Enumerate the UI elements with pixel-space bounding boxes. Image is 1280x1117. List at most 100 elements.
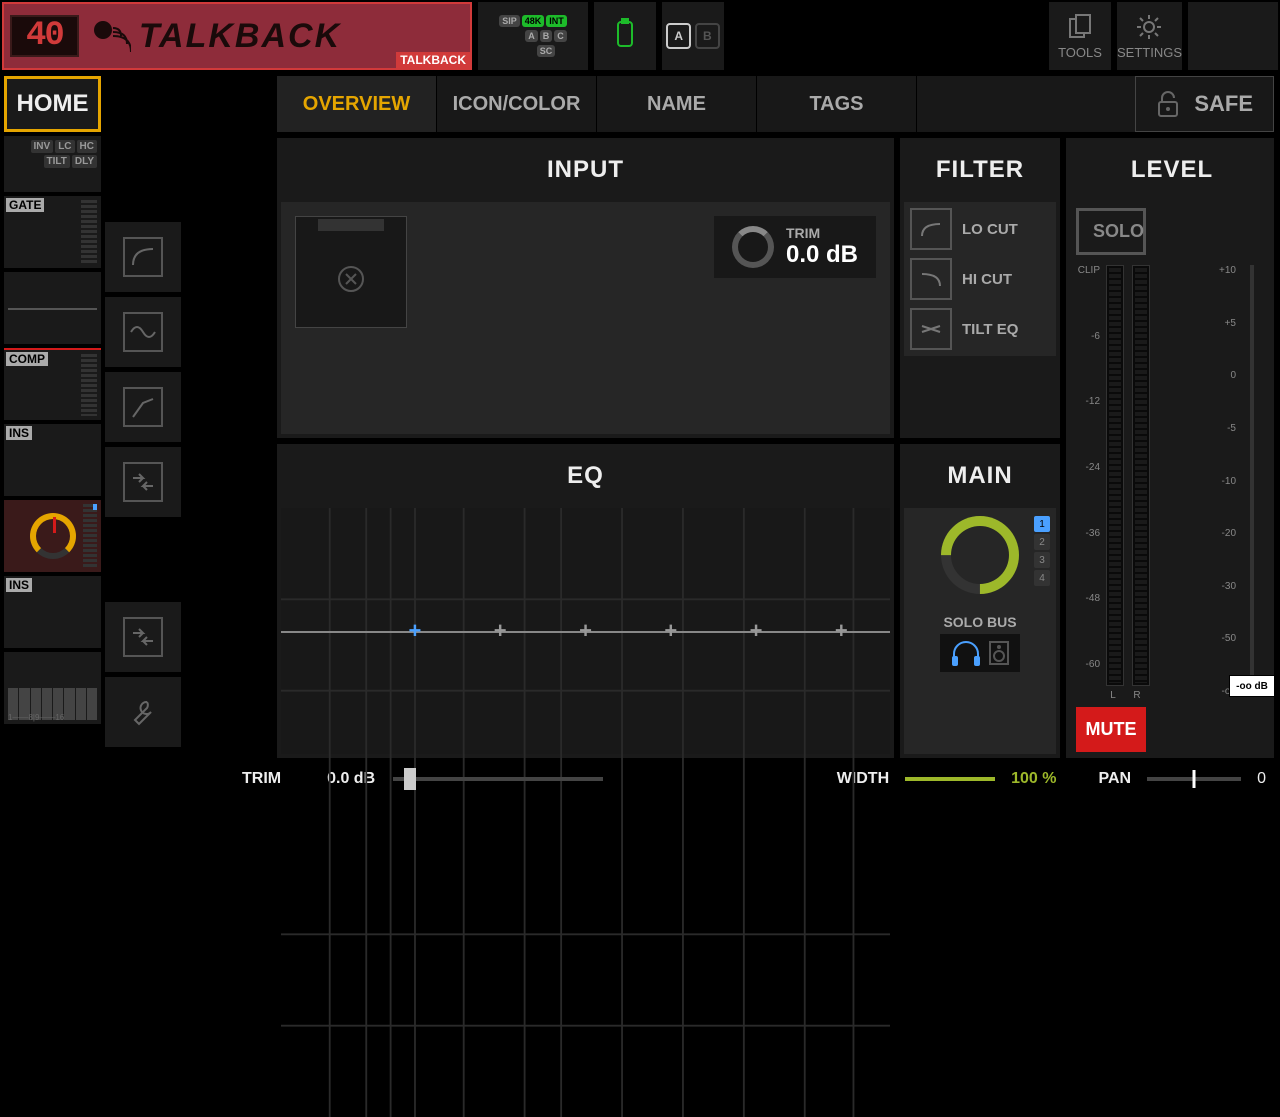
input-panel: INPUT TRIM0.0 dB [277, 138, 894, 438]
tilt-icon [918, 316, 944, 342]
ins1-block[interactable]: INS [4, 424, 101, 496]
close-icon [336, 264, 366, 294]
settings-button[interactable]: SETTINGS [1117, 2, 1182, 70]
eq-band-2[interactable]: + [494, 618, 507, 644]
lc-tag: LC [55, 140, 74, 153]
meter-scale: CLIP-6-12-24-36-48-60 [1076, 261, 1100, 690]
tilt-tag: TILT [44, 155, 70, 168]
channel-badge[interactable]: 40 TALKBACK TALKBACK [2, 2, 472, 70]
footer-pan-label: PAN [1099, 770, 1132, 788]
trim-slider[interactable] [393, 777, 603, 781]
channel-name: TALKBACK [139, 17, 341, 56]
footer-pan-value: 0 [1257, 770, 1266, 788]
locut-icon [918, 216, 944, 242]
bus-3[interactable]: 3 [1034, 552, 1050, 568]
group-c-pill: C [554, 30, 567, 42]
gate-block[interactable]: GATE [4, 196, 101, 268]
fader[interactable]: -oo dB [1250, 265, 1254, 697]
meter-r [1132, 265, 1150, 686]
eq-block[interactable] [4, 272, 101, 344]
insert-icon [129, 468, 157, 496]
iconcol-ins1[interactable] [105, 447, 181, 517]
insert-icon [129, 623, 157, 651]
eq-panel: EQ + + + + + + [277, 444, 894, 758]
main-level-knob[interactable] [941, 516, 1019, 594]
input-heading: INPUT [277, 138, 894, 202]
headphones-icon[interactable] [950, 640, 982, 666]
bus-4[interactable]: 4 [1034, 570, 1050, 586]
eq-graph[interactable]: + + + + + + [281, 508, 890, 754]
speaker-icon[interactable] [988, 640, 1010, 666]
main-heading: MAIN [900, 444, 1060, 508]
hicut-button[interactable]: HI CUT [910, 258, 1050, 300]
rate-pill: 48K [522, 15, 545, 27]
gear-icon [1135, 13, 1163, 41]
ab-b: B [695, 23, 720, 49]
eq-wave-icon [129, 318, 157, 346]
tools-button[interactable]: TOOLS [1049, 2, 1111, 70]
ins2-block[interactable]: INS [4, 576, 101, 648]
solo-button[interactable]: SOLO [1076, 208, 1146, 255]
eq-band-6[interactable]: + [835, 618, 848, 644]
tab-name[interactable]: NAME [597, 76, 757, 132]
bus-2[interactable]: 2 [1034, 534, 1050, 550]
tab-overview[interactable]: OVERVIEW [277, 76, 437, 132]
ab-button[interactable]: A B [662, 2, 724, 70]
sc-pill: SC [537, 45, 556, 57]
sip-pill: SIP [499, 15, 520, 27]
iconcol-ins2[interactable] [105, 602, 181, 672]
home-button[interactable]: HOME [4, 76, 101, 132]
iconcol-eq[interactable] [105, 297, 181, 367]
group-b-pill: B [540, 30, 553, 42]
hicut-icon [918, 266, 944, 292]
bus-1[interactable]: 1 [1034, 516, 1050, 532]
blank-top-button[interactable] [1188, 2, 1278, 70]
bus-sends-block[interactable]: 1——8|9——16 [4, 652, 101, 724]
level-heading: LEVEL [1070, 138, 1274, 202]
sidebar-config-block[interactable]: INV LC HC TILT DLY [4, 136, 101, 192]
iconcol-wrench[interactable] [105, 677, 181, 747]
usb-icon [612, 18, 638, 50]
tab-iconcolor[interactable]: ICON/COLOR [437, 76, 597, 132]
eq-band-1[interactable]: + [409, 618, 422, 644]
locut-button[interactable]: LO CUT [910, 208, 1050, 250]
tab-tags[interactable]: TAGS [757, 76, 917, 132]
channel-type-badge: TALKBACK [396, 52, 470, 68]
input-source-slot[interactable] [295, 216, 407, 328]
output-knob-block[interactable] [4, 500, 101, 572]
dly-tag: DLY [72, 155, 97, 168]
documents-icon [1066, 13, 1094, 41]
footer-width-value: 100 % [1011, 770, 1056, 788]
eq-band-3[interactable]: + [579, 618, 592, 644]
iconcol-gate[interactable] [105, 222, 181, 292]
wrench-icon [129, 698, 157, 726]
iconcol-comp[interactable] [105, 372, 181, 442]
eq-heading: EQ [277, 444, 894, 508]
eq-band-5[interactable]: + [750, 618, 763, 644]
usb-button[interactable] [594, 2, 656, 70]
hc-tag: HC [77, 140, 97, 153]
inv-tag: INV [31, 140, 54, 153]
channel-number: 40 [10, 15, 79, 57]
eq-band-4[interactable]: + [664, 618, 677, 644]
comp-block[interactable]: COMP [4, 348, 101, 420]
comp-curve-icon [129, 393, 157, 421]
gate-curve-icon [129, 243, 157, 271]
trim-knob[interactable] [732, 226, 774, 268]
pan-slider[interactable] [1147, 777, 1241, 781]
fader-thumb[interactable]: -oo dB [1229, 675, 1275, 697]
sip-sync-panel[interactable]: SIP 48K INT A B C SC [478, 2, 588, 70]
main-panel: MAIN 1 2 3 4 SOLO BUS [900, 444, 1060, 758]
footer-trim-label: TRIM [242, 770, 281, 788]
solo-bus-label: SOLO BUS [943, 614, 1016, 630]
sync-pill: INT [546, 15, 567, 27]
ab-a: A [666, 23, 691, 49]
fader-scale: +10+50-5-10-20-30-50-oo [1200, 261, 1236, 701]
talkback-icon [87, 14, 131, 58]
width-slider[interactable] [905, 777, 995, 781]
filter-panel: FILTER LO CUT HI CUT TILT EQ [900, 138, 1060, 438]
tilteq-button[interactable]: TILT EQ [910, 308, 1050, 350]
lock-open-icon [1156, 90, 1180, 118]
safe-button[interactable]: SAFE [1135, 76, 1274, 132]
trim-control[interactable]: TRIM0.0 dB [714, 216, 876, 278]
